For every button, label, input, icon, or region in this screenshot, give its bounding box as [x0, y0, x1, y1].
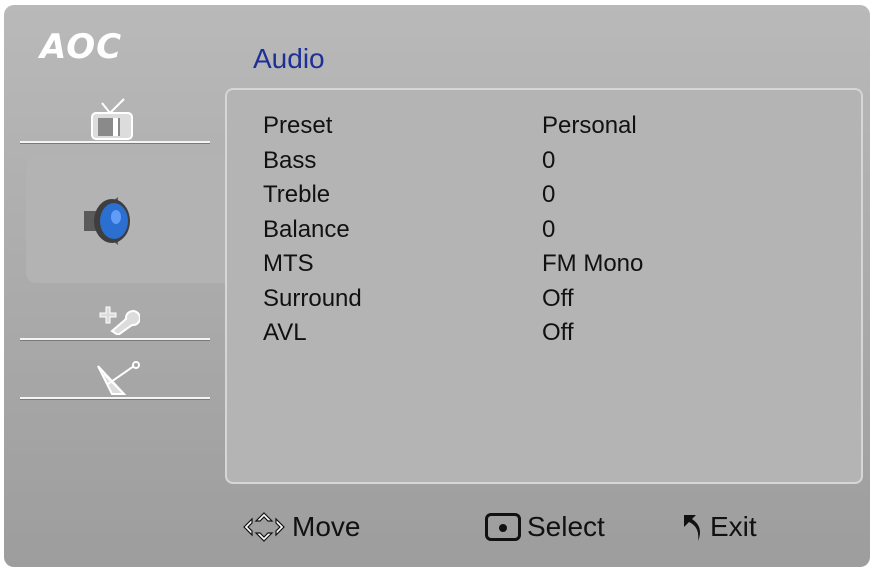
- sidebar-divider: [20, 141, 210, 143]
- footer-move: Move: [242, 507, 360, 547]
- setting-label: MTS: [263, 250, 314, 277]
- speaker-icon: [84, 197, 130, 245]
- exit-label: Exit: [710, 511, 757, 542]
- tv-icon: [91, 98, 133, 140]
- tab-picture[interactable]: [88, 97, 136, 141]
- settings-panel: Preset Personal Bass 0 Treble 0 Balance …: [225, 88, 863, 484]
- setting-label: Preset: [263, 112, 333, 139]
- setting-label: AVL: [263, 319, 307, 346]
- tab-audio[interactable]: [78, 193, 138, 249]
- select-label: Select: [527, 511, 605, 542]
- move-label: Move: [292, 511, 361, 542]
- tab-setup[interactable]: [92, 305, 141, 337]
- setting-value: 0: [542, 181, 556, 208]
- setting-value: FM Mono: [542, 250, 644, 277]
- setting-label: Balance: [263, 216, 350, 243]
- tools-icon: [99, 306, 141, 337]
- setting-value: Off: [542, 285, 574, 312]
- setting-value: Personal: [542, 112, 637, 139]
- setting-value: 0: [542, 216, 556, 243]
- sidebar-divider: [20, 397, 210, 399]
- osd-menu: AOC Audio Preset Personal Bass 0 Treble …: [4, 5, 870, 567]
- satellite-dish-icon: [97, 361, 140, 395]
- move-arrows-icon: [243, 512, 285, 542]
- brand-logo: AOC: [40, 27, 123, 67]
- select-button-icon: [485, 513, 521, 541]
- setting-label: Bass: [263, 147, 317, 174]
- sidebar-divider: [20, 338, 210, 340]
- exit-arrow-icon: [684, 515, 700, 541]
- setting-value: Off: [542, 319, 574, 346]
- footer-select: Select: [485, 507, 605, 547]
- menu-title: Audio: [253, 43, 325, 74]
- setting-value: 0: [542, 147, 556, 174]
- tab-channel[interactable]: [94, 360, 140, 396]
- footer-exit: Exit: [680, 507, 757, 547]
- setting-label: Surround: [263, 285, 362, 312]
- setting-label: Treble: [263, 181, 331, 208]
